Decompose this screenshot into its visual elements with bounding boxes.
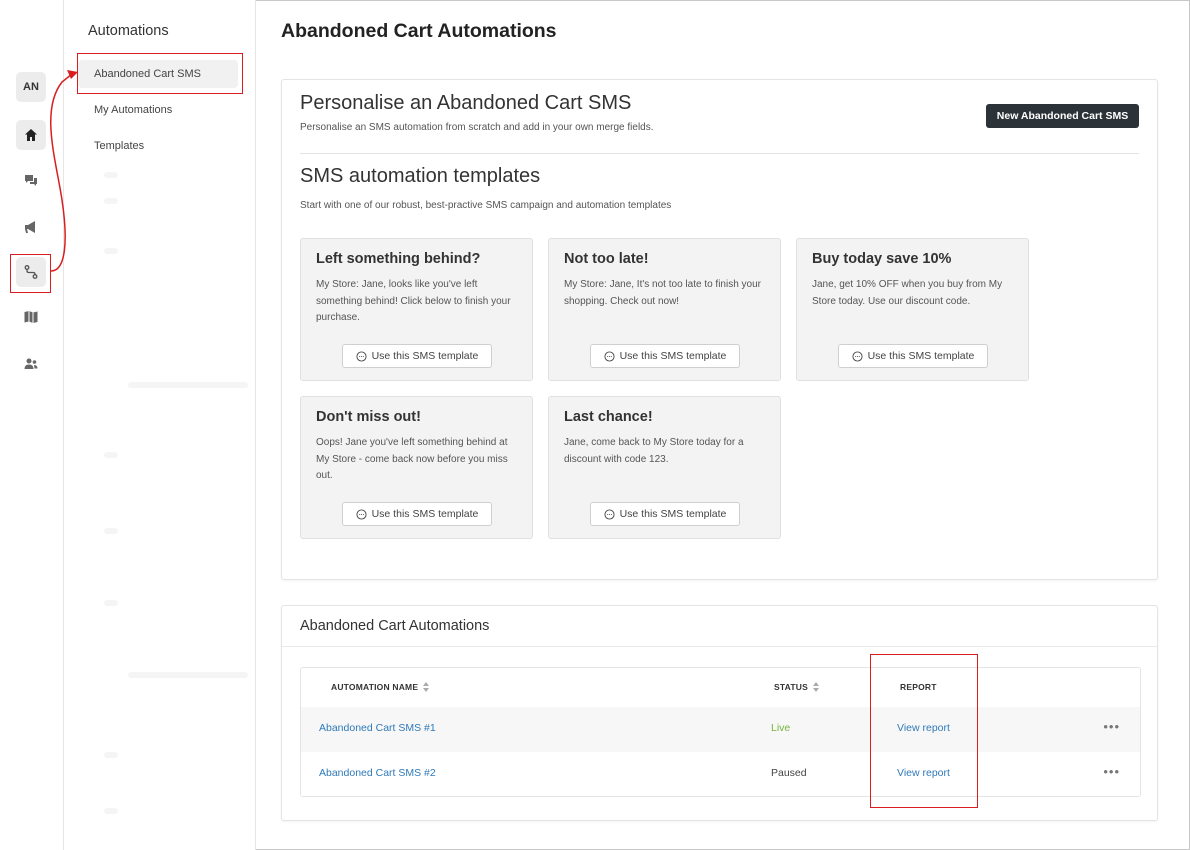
use-template-label: Use this SMS template <box>371 508 479 520</box>
template-title: Last chance! <box>564 409 653 425</box>
faint-placeholder <box>104 172 118 178</box>
sort-icon <box>812 682 820 692</box>
use-template-button[interactable]: Use this SMS template <box>590 344 740 368</box>
faint-placeholder <box>104 528 118 534</box>
use-template-label: Use this SMS template <box>867 350 975 362</box>
icon-rail: AN <box>0 0 64 850</box>
use-template-button[interactable]: Use this SMS template <box>342 502 492 526</box>
avatar[interactable]: AN <box>16 72 46 102</box>
new-abandoned-cart-sms-button[interactable]: New Abandoned Cart SMS <box>986 104 1139 128</box>
template-body: My Store: Jane, It's not too late to fin… <box>564 279 762 307</box>
use-template-label: Use this SMS template <box>371 350 479 362</box>
use-template-button[interactable]: Use this SMS template <box>590 502 740 526</box>
use-template-label: Use this SMS template <box>619 350 727 362</box>
automations-card: Abandoned Cart Automations AUTOMATION NA… <box>281 605 1158 821</box>
faint-placeholder <box>128 672 248 678</box>
home-icon[interactable] <box>16 120 46 150</box>
template-card: Last chance! Jane, come back to My Store… <box>548 396 781 539</box>
table-row: Abandoned Cart SMS #1 Live View report •… <box>301 707 1140 752</box>
book-icon[interactable] <box>16 302 46 332</box>
sort-icon <box>423 682 430 692</box>
megaphone-icon[interactable] <box>16 212 46 242</box>
column-header-name[interactable]: AUTOMATION NAME <box>331 682 430 692</box>
faint-placeholder <box>104 198 118 204</box>
template-body: Jane, get 10% OFF when you buy from My S… <box>812 279 1003 307</box>
faint-placeholder <box>104 600 118 606</box>
status-badge: Paused <box>771 767 807 779</box>
chat-icon[interactable] <box>16 165 46 195</box>
faint-placeholder <box>104 248 118 254</box>
template-title: Buy today save 10% <box>812 251 952 267</box>
more-options-icon[interactable]: ••• <box>1103 764 1120 779</box>
automations-table: AUTOMATION NAME STATUS REPORT Abandoned … <box>300 667 1141 797</box>
template-body: Jane, come back to My Store today for a … <box>564 437 744 465</box>
template-title: Left something behind? <box>316 251 481 267</box>
message-icon <box>356 508 367 520</box>
column-header-status[interactable]: STATUS <box>774 682 820 692</box>
status-badge: Live <box>771 722 791 734</box>
highlight-box-subnav <box>77 53 243 94</box>
templates-card: Personalise an Abandoned Cart SMS Person… <box>281 79 1158 580</box>
template-card: Buy today save 10% Jane, get 10% OFF whe… <box>796 238 1029 381</box>
divider <box>300 153 1139 154</box>
highlight-box-report <box>870 654 978 808</box>
personalise-heading: Personalise an Abandoned Cart SMS <box>300 92 632 114</box>
automations-subnav: Automations Abandoned Cart SMS My Automa… <box>64 0 256 850</box>
template-body: Oops! Jane you've left something behind … <box>316 437 508 481</box>
use-template-label: Use this SMS template <box>619 508 727 520</box>
message-icon <box>604 508 615 520</box>
automation-name-link[interactable]: Abandoned Cart SMS #2 <box>319 767 436 779</box>
more-options-icon[interactable]: ••• <box>1103 719 1120 734</box>
template-card: Don't miss out! Oops! Jane you've left s… <box>300 396 533 539</box>
highlight-box-automation-icon <box>10 254 51 293</box>
automation-name-link[interactable]: Abandoned Cart SMS #1 <box>319 722 436 734</box>
table-row: Abandoned Cart SMS #2 Paused View report… <box>301 752 1140 796</box>
faint-placeholder <box>104 808 118 814</box>
template-card: Left something behind? My Store: Jane, l… <box>300 238 533 381</box>
template-title: Don't miss out! <box>316 409 421 425</box>
subnav-item-my-automations[interactable]: My Automations <box>78 96 238 124</box>
templates-subtext: Start with one of our robust, best-pract… <box>300 200 672 211</box>
message-icon <box>852 350 863 362</box>
divider <box>282 646 1157 647</box>
automations-heading: Abandoned Cart Automations <box>300 618 490 634</box>
use-template-button[interactable]: Use this SMS template <box>342 344 492 368</box>
users-icon[interactable] <box>16 349 46 379</box>
subnav-title: Automations <box>88 23 169 39</box>
page-title: Abandoned Cart Automations <box>281 20 557 42</box>
faint-placeholder <box>104 452 118 458</box>
personalise-subtext: Personalise an SMS automation from scrat… <box>300 122 654 133</box>
templates-heading: SMS automation templates <box>300 165 541 187</box>
template-body: My Store: Jane, looks like you've left s… <box>316 279 511 323</box>
template-title: Not too late! <box>564 251 649 267</box>
message-icon <box>356 350 367 362</box>
template-card: Not too late! My Store: Jane, It's not t… <box>548 238 781 381</box>
faint-placeholder <box>128 382 248 388</box>
message-icon <box>604 350 615 362</box>
faint-placeholder <box>104 752 118 758</box>
use-template-button[interactable]: Use this SMS template <box>838 344 988 368</box>
subnav-item-templates[interactable]: Templates <box>78 132 238 160</box>
